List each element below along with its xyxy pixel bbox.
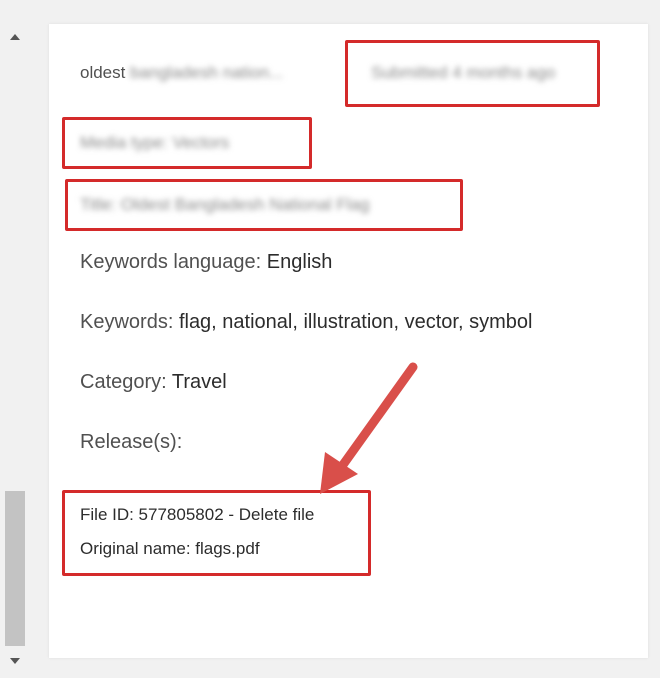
highlight-box-media-type (62, 117, 312, 169)
category-label: Category: (80, 371, 167, 393)
releases-row: Release(s): (80, 430, 182, 454)
highlight-box-submitted (345, 40, 600, 107)
file-name-prefix: oldest (80, 63, 126, 82)
file-name-blurred: bangladesh nation... (130, 63, 284, 82)
keywords-language-label: Keywords language: (80, 251, 262, 273)
keywords-label: Keywords: (80, 311, 174, 333)
highlight-box-file-info (62, 490, 371, 576)
releases-label: Release(s): (80, 431, 183, 453)
keywords-row: Keywords: flag, national, illustration, … (80, 310, 532, 334)
file-name-row: oldest bangladesh nation... (80, 61, 283, 85)
highlight-box-title (65, 179, 463, 231)
keywords-language-value: English (266, 251, 333, 273)
keywords-value: flag, national, illustration, vector, sy… (178, 311, 533, 333)
keywords-language-row: Keywords language: English (80, 250, 332, 274)
vertical-scrollbar[interactable] (2, 24, 28, 670)
scroll-up-arrow-icon[interactable] (10, 34, 20, 40)
scroll-down-arrow-icon[interactable] (10, 658, 20, 664)
category-row: Category: Travel (80, 370, 227, 394)
scroll-thumb[interactable] (5, 491, 25, 646)
category-value: Travel (171, 371, 227, 393)
